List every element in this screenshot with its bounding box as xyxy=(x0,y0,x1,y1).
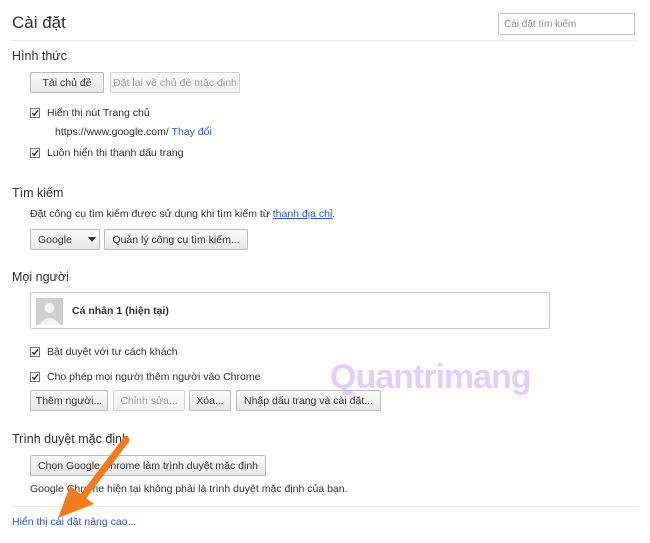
default-person-icon xyxy=(36,298,63,325)
change-home-url-link[interactable]: Thay đổi xyxy=(172,126,212,138)
title-divider xyxy=(12,40,638,41)
check-icon xyxy=(31,348,39,356)
check-icon xyxy=(31,373,39,381)
check-icon xyxy=(31,149,39,157)
people-section-title: Mọi người xyxy=(12,270,69,284)
search-section-title: Tìm kiếm xyxy=(12,186,64,200)
check-icon xyxy=(31,109,39,117)
orange-arrow-icon xyxy=(58,436,130,518)
show-bookmarks-bar-checkbox[interactable] xyxy=(30,148,40,158)
appearance-section-title: Hình thức xyxy=(12,49,67,63)
let-anyone-add-label: Cho phép mọi người thêm người vào Chrome xyxy=(47,371,261,383)
remove-person-button[interactable]: Xóa... xyxy=(189,390,231,411)
home-url-row: https://www.google.com/ Thay đổi xyxy=(55,126,212,138)
profile-list[interactable]: Cá nhân 1 (hiện tại) xyxy=(30,292,550,329)
add-person-button[interactable]: Thêm người... xyxy=(30,390,108,411)
edit-person-button[interactable]: Chỉnh sửa... xyxy=(113,390,185,411)
show-bookmarks-bar-label: Luôn hiển thị thanh dấu trang xyxy=(47,147,184,159)
search-description: Đặt công cụ tìm kiếm được sử dụng khi tì… xyxy=(30,208,335,220)
home-url-text: https://www.google.com/ xyxy=(55,126,169,138)
show-home-button-checkbox[interactable] xyxy=(30,108,40,118)
search-settings-input[interactable] xyxy=(498,13,635,35)
guest-browsing-label: Bật duyệt với tư cách khách xyxy=(47,346,178,358)
search-engine-select[interactable]: Google xyxy=(30,229,100,250)
import-bookmarks-button[interactable]: Nhập dấu trang và cài đặt... xyxy=(236,390,381,411)
search-description-suffix: . xyxy=(332,208,336,220)
page-title: Cài đặt xyxy=(12,13,66,32)
guest-browsing-checkbox[interactable] xyxy=(30,347,40,357)
search-engine-value: Google xyxy=(38,234,72,246)
reset-theme-button[interactable]: Đặt lại về chủ đề mặc định xyxy=(110,72,240,93)
let-anyone-add-checkbox[interactable] xyxy=(30,372,40,382)
manage-search-engines-button[interactable]: Quản lý công cụ tìm kiếm... xyxy=(104,229,248,250)
triangle-down-icon xyxy=(88,237,96,242)
search-description-prefix: Đặt công cụ tìm kiếm được sử dụng khi tì… xyxy=(30,208,270,220)
show-home-button-label: Hiển thị nút Trang chủ xyxy=(47,107,150,119)
profile-name: Cá nhân 1 (hiện tại) xyxy=(72,305,169,317)
get-themes-button[interactable]: Tải chủ đề xyxy=(30,72,104,93)
omnibox-link[interactable]: thanh địa chỉ xyxy=(273,208,333,220)
